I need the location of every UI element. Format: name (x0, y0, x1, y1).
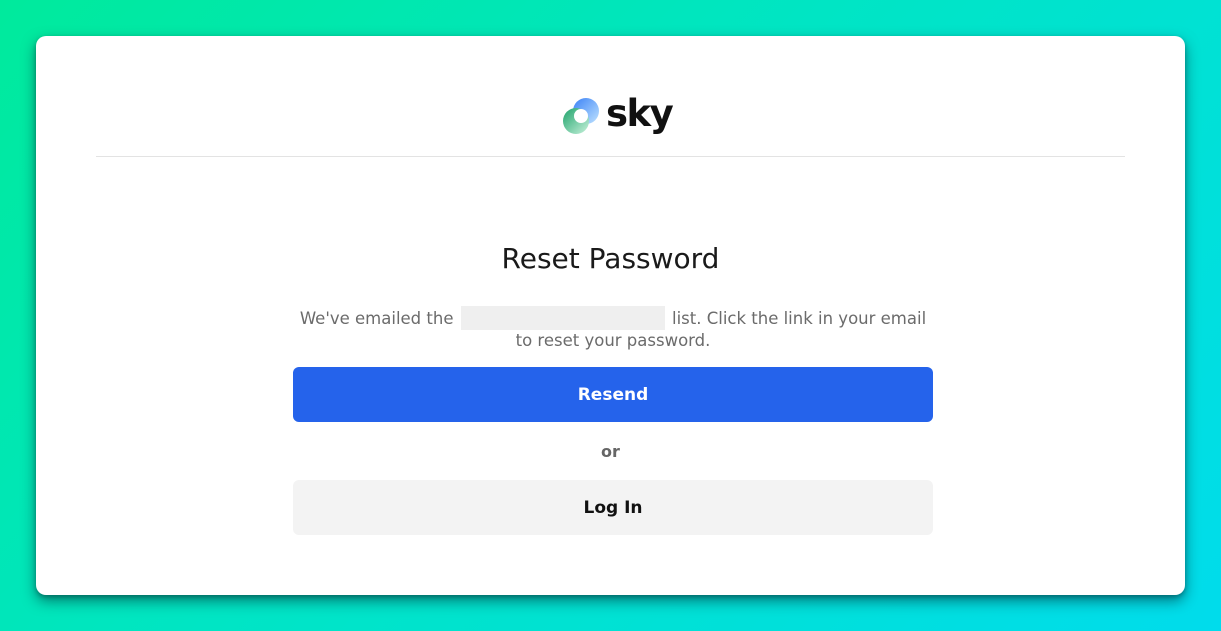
sky-logo-icon (561, 96, 601, 136)
redacted-email (460, 306, 665, 330)
page-title: Reset Password (501, 242, 720, 275)
reset-message: We've emailed the list. Click the link i… (293, 306, 933, 352)
header-divider (96, 156, 1125, 157)
brand-logo: sky (561, 92, 674, 138)
resend-button[interactable]: Resend (293, 367, 933, 422)
login-button[interactable]: Log In (293, 480, 933, 535)
reset-password-card: sky Reset Password We've emailed the lis… (36, 36, 1185, 595)
brand-name: sky (606, 92, 674, 135)
message-text-before: We've emailed the (299, 309, 454, 328)
or-separator: or (601, 442, 620, 461)
